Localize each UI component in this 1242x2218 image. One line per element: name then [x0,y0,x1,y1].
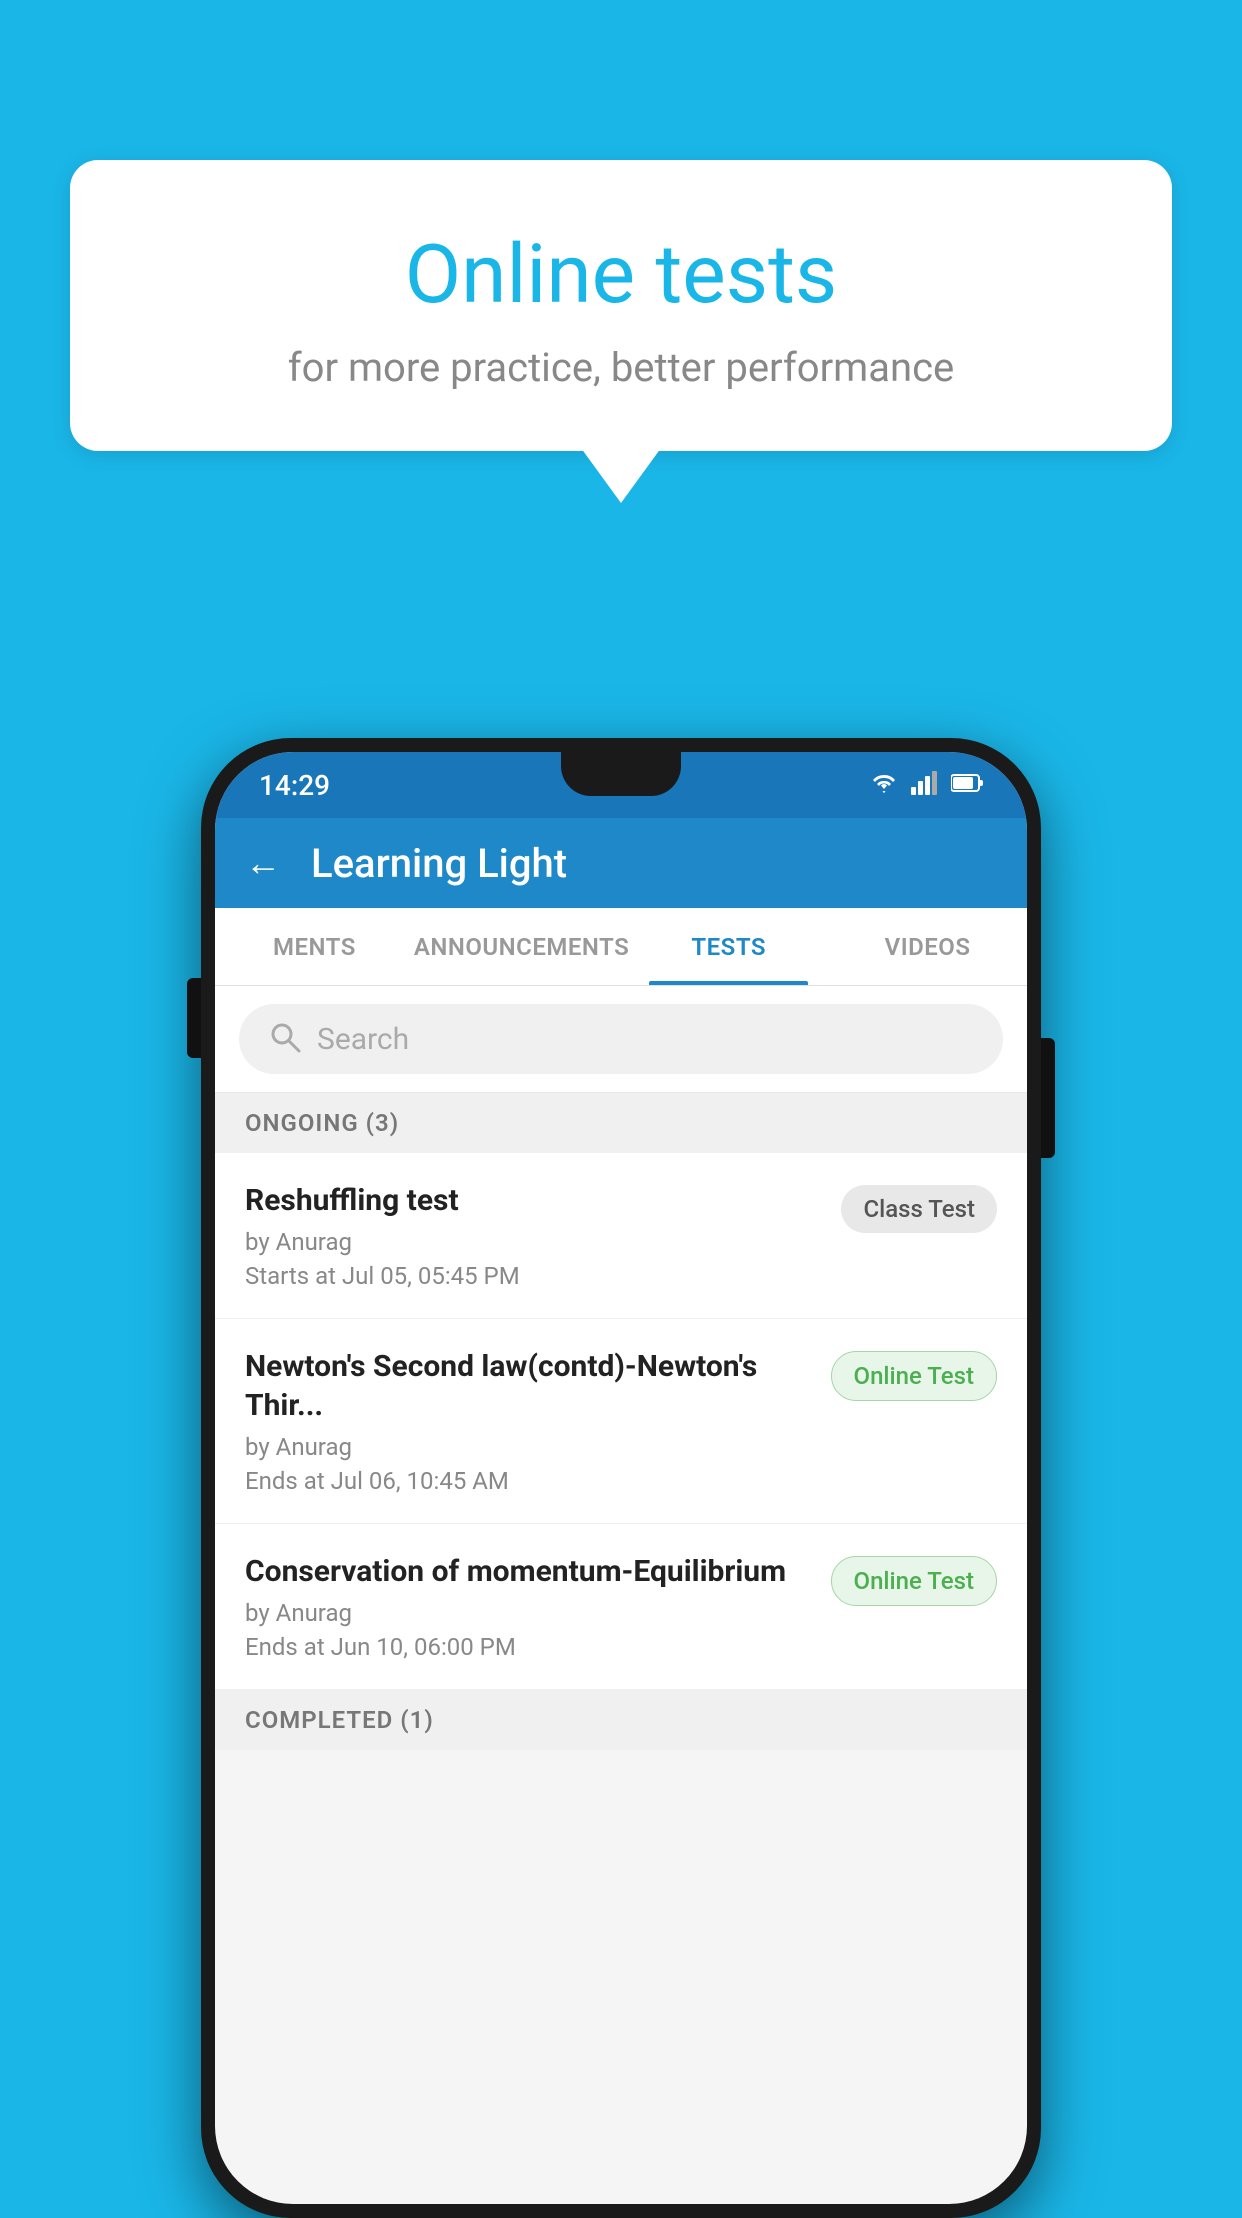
test-title-conservation: Conservation of momentum-Equilibrium [245,1552,811,1591]
test-date-conservation: Ends at Jun 10, 06:00 PM [245,1633,811,1661]
wifi-icon [869,771,899,799]
search-bar[interactable]: Search [239,1004,1003,1074]
test-info-reshuffling: Reshuffling test by Anurag Starts at Jul… [245,1181,841,1290]
completed-section-header: COMPLETED (1) [215,1690,1027,1750]
test-date-reshuffling: Starts at Jul 05, 05:45 PM [245,1262,821,1290]
search-icon [269,1021,301,1057]
tab-announcements[interactable]: ANNOUNCEMENTS [414,908,629,985]
search-placeholder: Search [317,1022,409,1057]
test-date-newton: Ends at Jul 06, 10:45 AM [245,1467,811,1495]
notch [561,752,681,796]
tab-tests[interactable]: TESTS [629,908,828,985]
app-bar: ← Learning Light [215,818,1027,908]
speech-bubble-container: Online tests for more practice, better p… [70,160,1172,451]
test-item-reshuffling[interactable]: Reshuffling test by Anurag Starts at Jul… [215,1153,1027,1319]
status-bar: 14:29 [215,752,1027,818]
status-icons [869,771,983,799]
test-badge-reshuffling: Class Test [841,1185,997,1233]
test-by-reshuffling: by Anurag [245,1228,821,1256]
back-button[interactable]: ← [245,842,281,884]
bubble-title: Online tests [150,230,1092,320]
test-info-conservation: Conservation of momentum-Equilibrium by … [245,1552,831,1661]
signal-icon [911,771,939,799]
tab-videos[interactable]: VIDEOS [828,908,1027,985]
ongoing-label: ONGOING (3) [245,1109,399,1137]
phone-screen: 14:29 [215,752,1027,2204]
test-item-conservation[interactable]: Conservation of momentum-Equilibrium by … [215,1524,1027,1690]
speech-bubble: Online tests for more practice, better p… [70,160,1172,451]
test-by-conservation: by Anurag [245,1599,811,1627]
ongoing-section-header: ONGOING (3) [215,1093,1027,1153]
bubble-subtitle: for more practice, better performance [150,344,1092,391]
test-badge-conservation: Online Test [831,1556,997,1606]
app-bar-title: Learning Light [311,840,567,887]
tabs-bar: MENTS ANNOUNCEMENTS TESTS VIDEOS [215,908,1027,986]
battery-icon [951,773,983,797]
tab-ments[interactable]: MENTS [215,908,414,985]
phone-outer: 14:29 [201,738,1041,2218]
status-time: 14:29 [259,769,330,802]
search-container: Search [215,986,1027,1093]
phone-frame: 14:29 [201,738,1041,2218]
completed-label: COMPLETED (1) [245,1706,434,1734]
test-badge-newton: Online Test [831,1351,997,1401]
test-title-reshuffling: Reshuffling test [245,1181,821,1220]
test-by-newton: by Anurag [245,1433,811,1461]
test-title-newton: Newton's Second law(contd)-Newton's Thir… [245,1347,811,1425]
test-info-newton: Newton's Second law(contd)-Newton's Thir… [245,1347,831,1495]
test-item-newton[interactable]: Newton's Second law(contd)-Newton's Thir… [215,1319,1027,1524]
